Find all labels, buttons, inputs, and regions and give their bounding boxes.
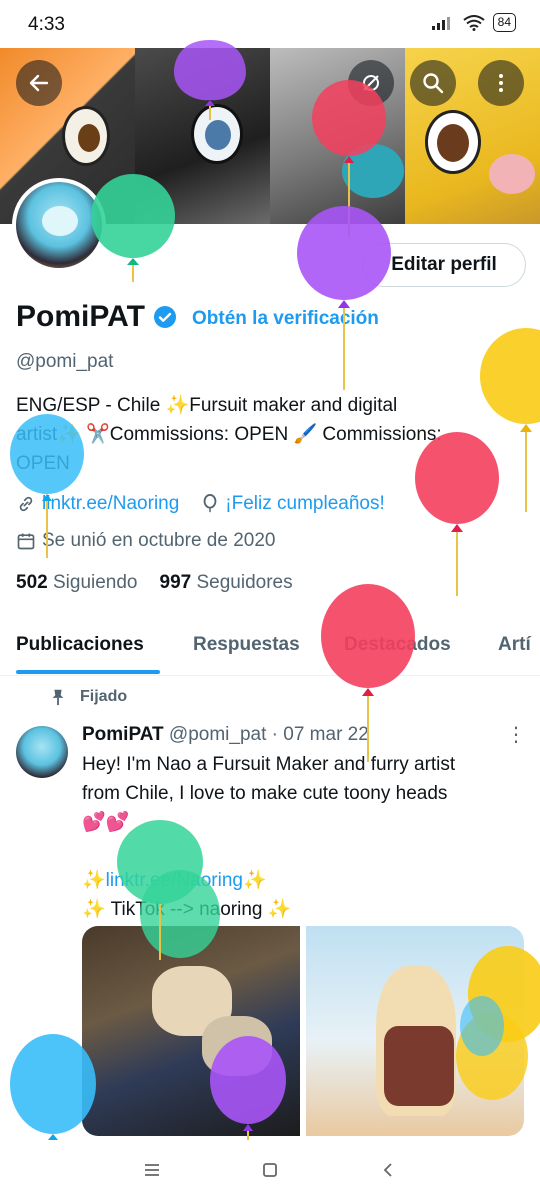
tab-posts[interactable]: Publicaciones: [16, 634, 144, 656]
status-bar: 4:33 84: [0, 0, 540, 48]
pinned-label: Fijado: [50, 688, 127, 706]
profile-handle: @pomi_pat: [16, 351, 114, 372]
search-button[interactable]: [410, 60, 456, 106]
bio-line: ENG/ESP - Chile ✨Fursuit maker and digit…: [16, 395, 398, 416]
followers-stat[interactable]: 997 Seguidores: [160, 572, 293, 594]
tweet-avatar[interactable]: [16, 726, 68, 778]
balloon-icon: [210, 1036, 286, 1140]
status-time: 4:33: [28, 14, 65, 35]
following-label: Siguiendo: [52, 572, 138, 593]
display-name-text: PomiPAT: [16, 300, 145, 333]
wifi-icon: [463, 14, 485, 31]
tweet-more-icon[interactable]: ⋮: [506, 722, 526, 747]
signal-icon: [431, 16, 450, 30]
balloon-icon: [117, 820, 220, 960]
battery-indicator: 84: [492, 13, 516, 32]
following-count: 502: [16, 572, 48, 593]
balloon-icon: [456, 946, 540, 1100]
back-button[interactable]: [16, 60, 62, 106]
banner-pupil: [437, 124, 469, 162]
system-nav-bar: [0, 1140, 540, 1200]
back-nav-icon[interactable]: [379, 1161, 397, 1179]
avatar-face: [42, 206, 78, 236]
display-name: PomiPAT: [16, 300, 177, 334]
menu-icon[interactable]: [143, 1162, 161, 1178]
balloon-icon: [203, 494, 217, 513]
tab-articles[interactable]: Artí: [498, 634, 531, 656]
banner-nose: [489, 154, 535, 194]
photo-subject: [384, 1026, 454, 1106]
pinned-text: Fijado: [80, 688, 128, 705]
search-icon: [423, 73, 444, 94]
verified-badge-icon: [153, 306, 176, 328]
more-vertical-icon: [499, 74, 503, 92]
banner-pupil: [78, 124, 100, 152]
status-icons: 84: [431, 13, 516, 32]
tweet-author-name[interactable]: PomiPAT: [82, 724, 164, 745]
tweet-line: Hey! I'm Nao a Fursuit Maker and furry a…: [82, 754, 456, 775]
followers-label: Seguidores: [196, 572, 293, 593]
banner-pupil: [205, 120, 231, 150]
home-icon[interactable]: [261, 1161, 279, 1179]
more-button[interactable]: [478, 60, 524, 106]
back-arrow-icon: [29, 74, 49, 92]
profile-tabs: Publicaciones Respuestas Destacados Artí: [0, 620, 540, 676]
active-tab-indicator: [16, 670, 160, 674]
balloon-icon: [91, 174, 175, 282]
birthday-label[interactable]: ¡Feliz cumpleaños!: [225, 493, 384, 515]
tweet-line: from Chile, I love to make cute toony he…: [82, 783, 448, 804]
follow-stats: 502 Siguiendo 997 Seguidores: [16, 572, 293, 594]
balloon-icon: [10, 414, 84, 558]
balloon-icon: [415, 432, 499, 596]
pin-icon: [52, 689, 64, 706]
balloon-icon: [321, 584, 415, 762]
tab-replies[interactable]: Respuestas: [193, 634, 300, 656]
followers-count: 997: [159, 572, 192, 593]
balloon-icon: [297, 206, 391, 390]
balloon-icon: [10, 1034, 96, 1140]
balloon-icon: [174, 40, 246, 120]
following-stat[interactable]: 502 Siguiendo: [16, 572, 138, 594]
